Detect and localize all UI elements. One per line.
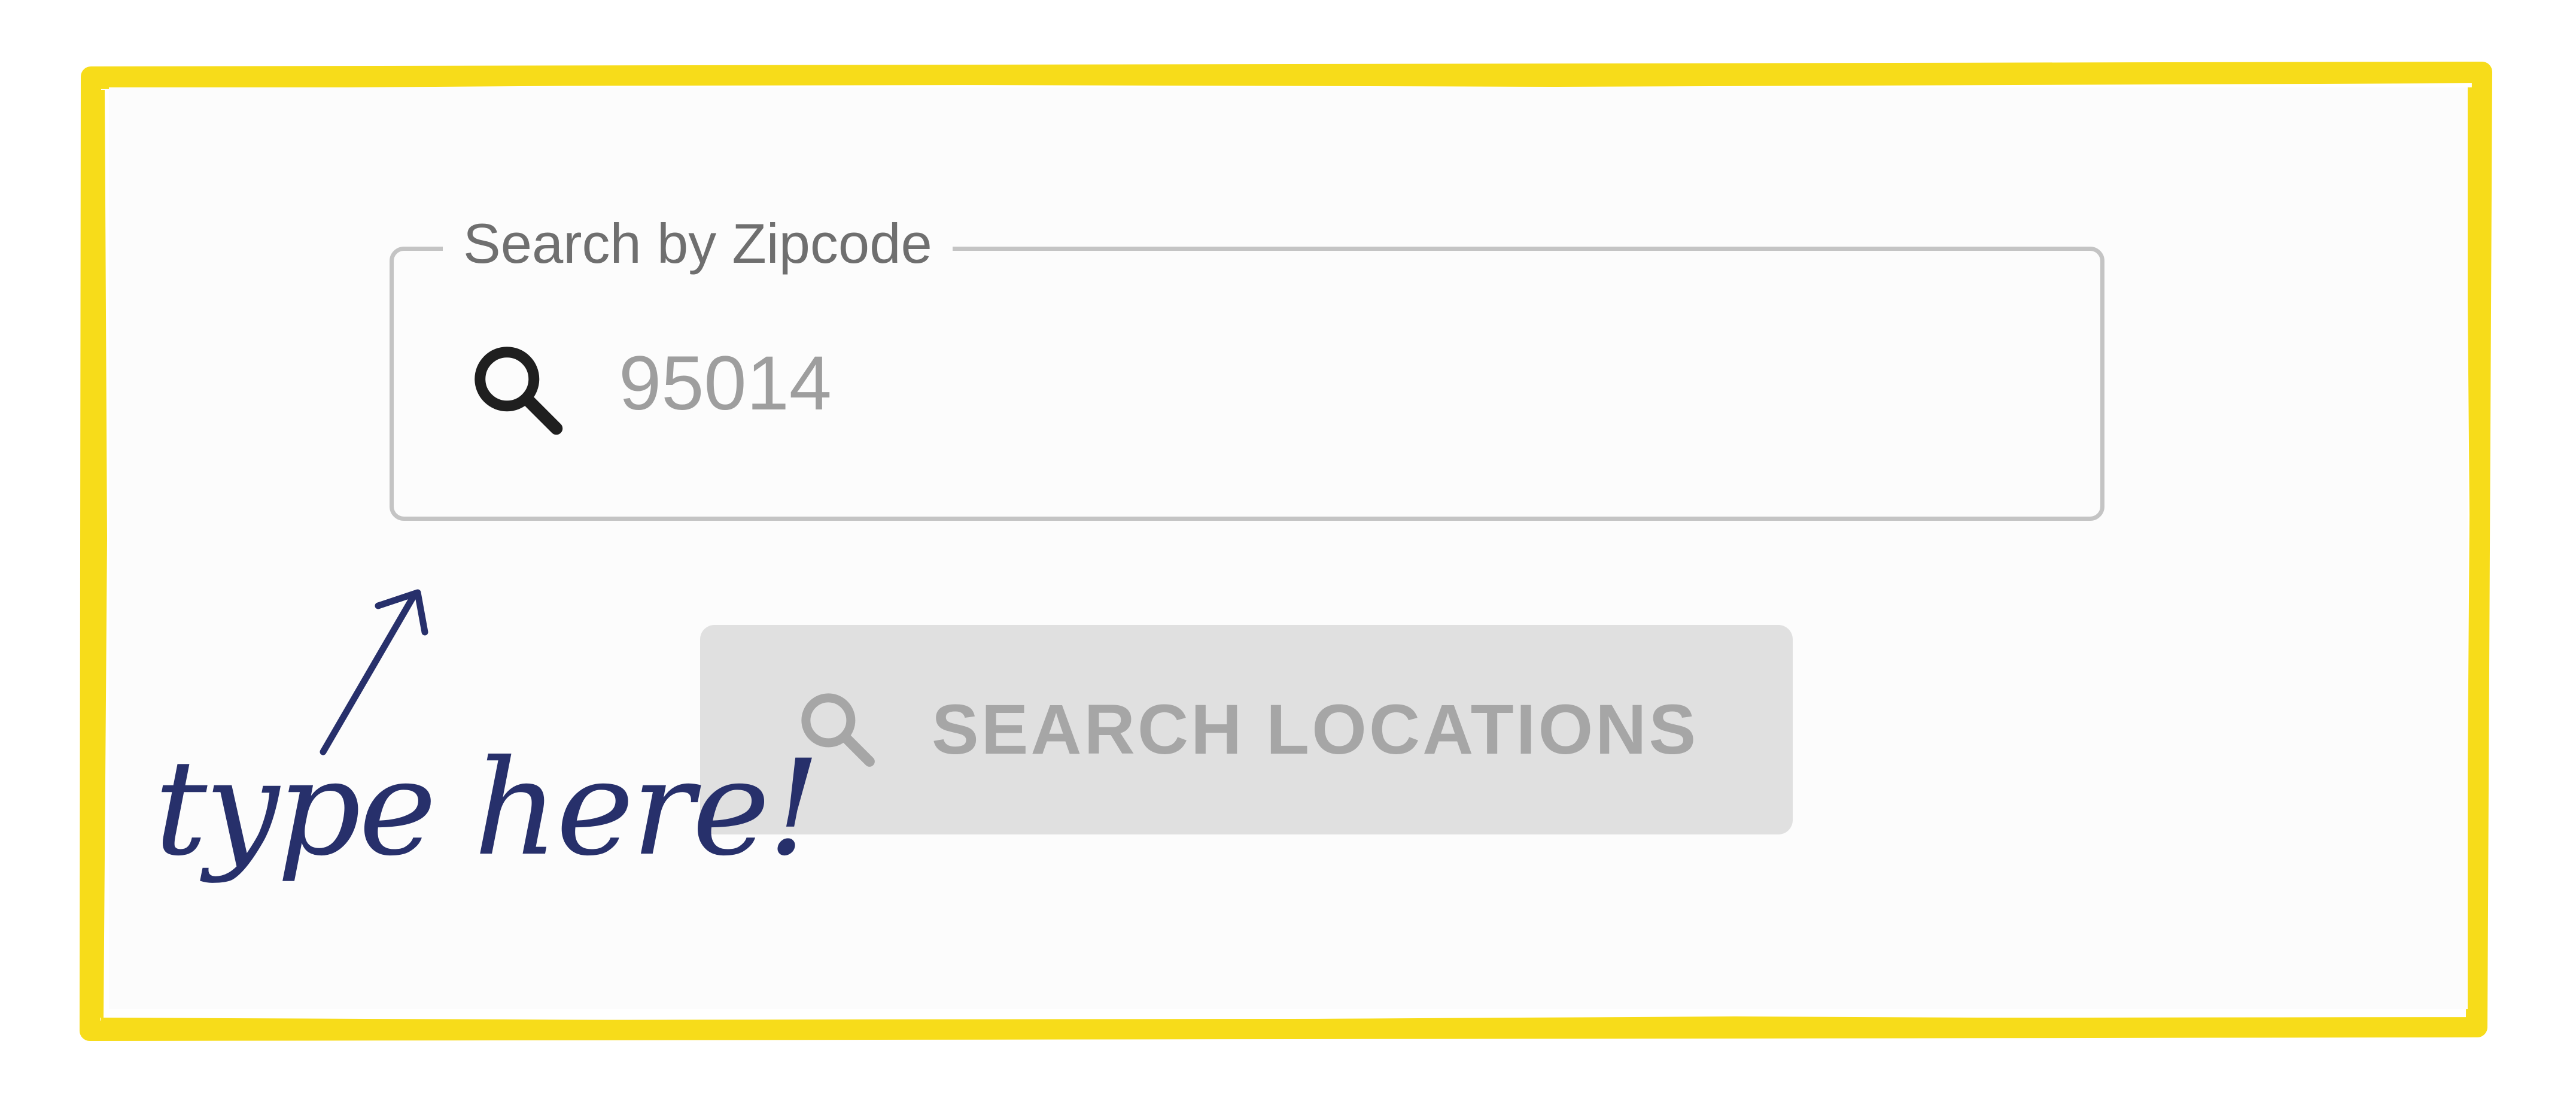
zipcode-input[interactable]: [604, 335, 2040, 431]
search-locations-button[interactable]: SEARCH LOCATIONS: [700, 625, 1793, 834]
stage: Search by Zipcode SEARCH LOCATIONS type …: [0, 0, 2576, 1114]
annotation-text: type here!: [154, 731, 820, 885]
zipcode-field-label: Search by Zipcode: [443, 211, 953, 277]
search-locations-label: SEARCH LOCATIONS: [932, 690, 1699, 769]
search-icon: [475, 347, 563, 435]
